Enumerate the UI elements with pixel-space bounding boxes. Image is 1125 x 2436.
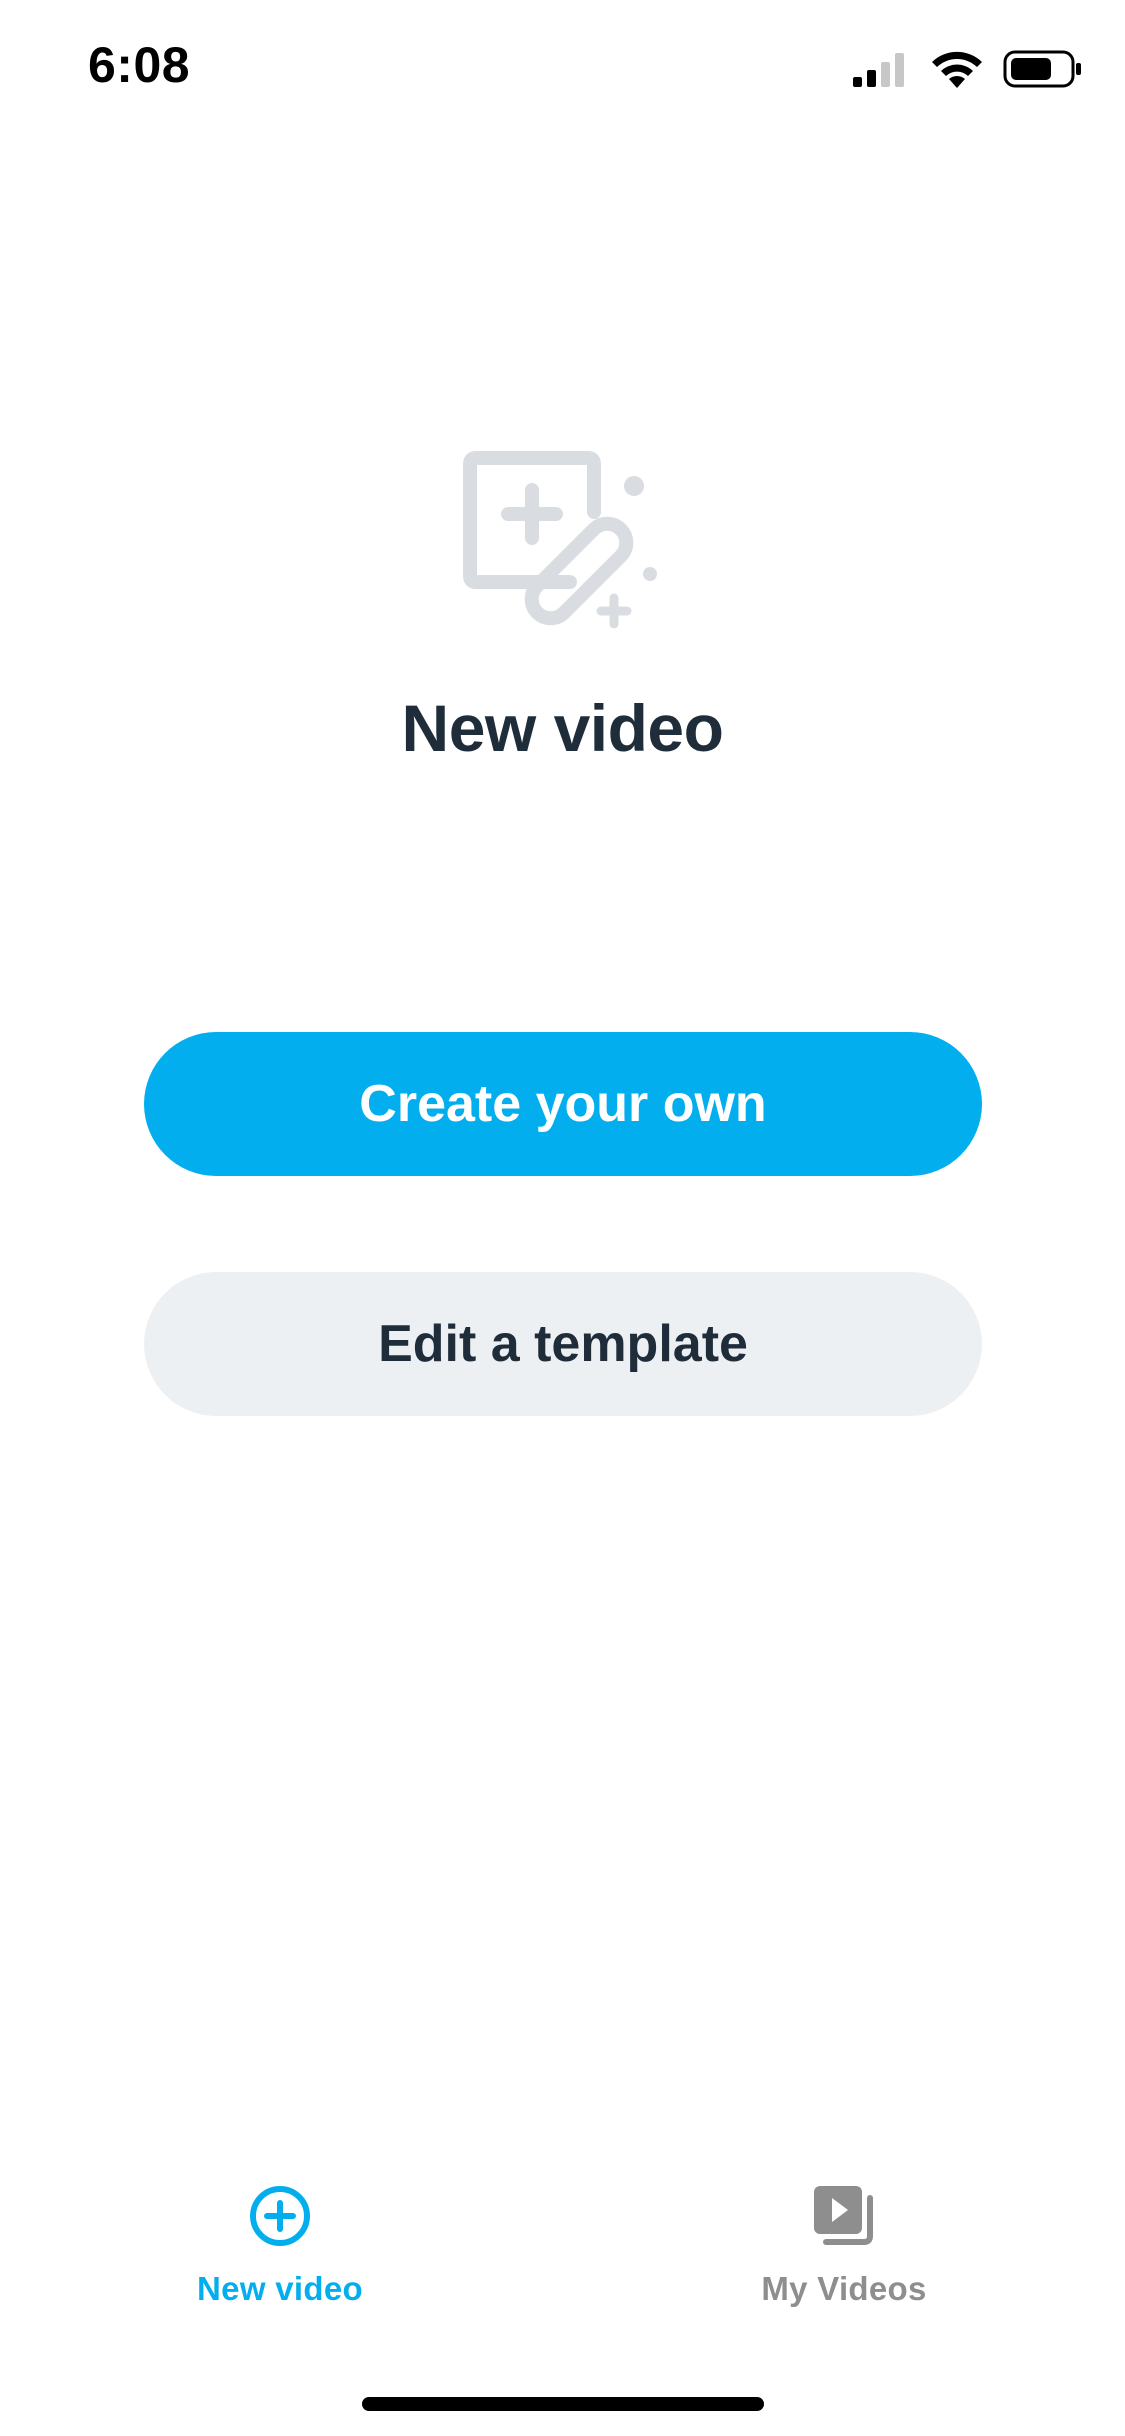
create-your-own-button[interactable]: Create your own	[144, 1032, 982, 1176]
status-time: 6:08	[88, 37, 191, 93]
tab-my-videos-label: My Videos	[761, 2270, 927, 2307]
video-library-icon	[814, 2186, 873, 2245]
tab-my-videos[interactable]: My Videos	[694, 2160, 994, 2330]
battery-icon	[1003, 50, 1081, 88]
status-icons	[851, 44, 1083, 94]
wifi-icon	[932, 51, 982, 88]
plus-circle-icon	[250, 2186, 310, 2246]
status-bar: 6:08	[0, 0, 1125, 140]
magic-wand-edit-icon	[463, 451, 657, 629]
cellular-signal-icon	[853, 53, 904, 87]
tab-new-video[interactable]: New video	[130, 2160, 430, 2330]
home-indicator[interactable]	[362, 2397, 764, 2411]
edit-template-button[interactable]: Edit a template	[144, 1272, 982, 1416]
tab-bar: New video My Videos	[0, 2160, 1125, 2340]
new-video-screen: 6:08 New video Create your own Edit a te…	[0, 0, 1125, 2436]
page-title: New video	[401, 691, 724, 765]
tab-new-video-label: New video	[197, 2270, 363, 2307]
